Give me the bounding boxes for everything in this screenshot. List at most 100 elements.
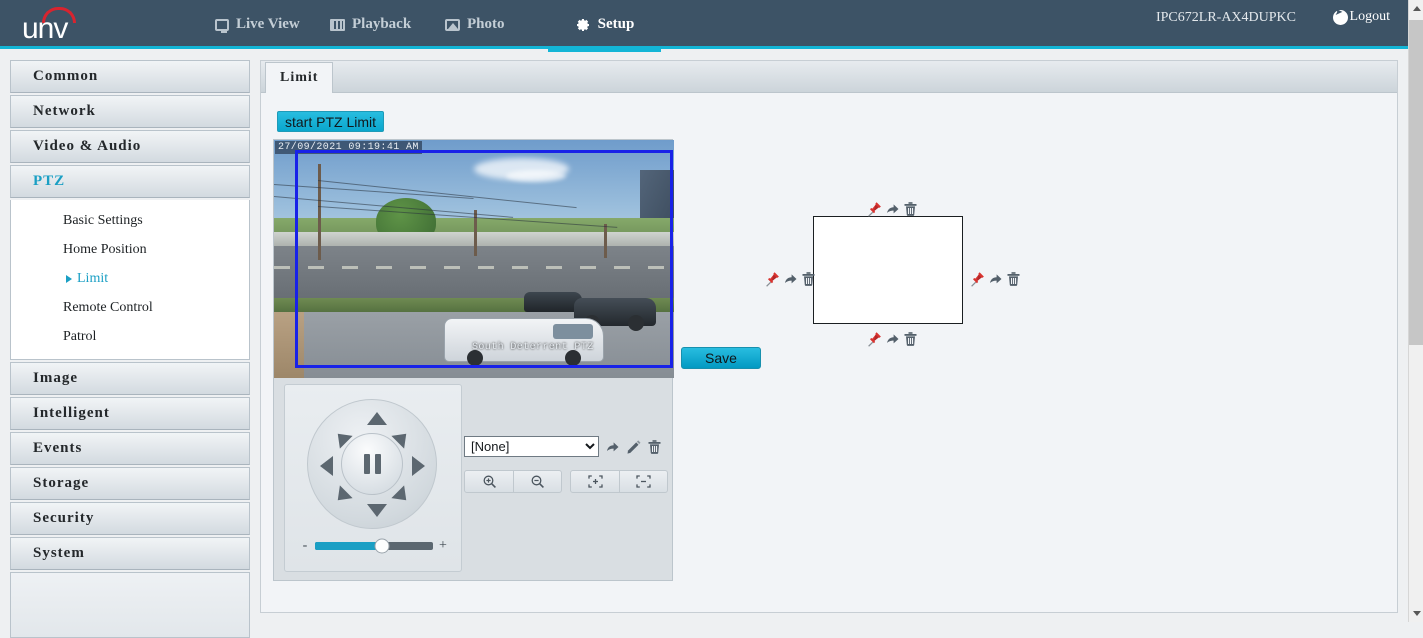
speed-decrease-label[interactable]: - [301,538,309,554]
speed-increase-label[interactable]: + [439,538,447,554]
sidebar-item-image[interactable]: Image [10,362,250,395]
preset-select[interactable]: [None] [464,436,599,457]
scroll-up-button[interactable] [1409,0,1423,17]
sidebar-item-events[interactable]: Events [10,432,250,465]
nav-tab-photo-label: Photo [467,16,505,32]
photo-icon [445,18,460,31]
gear-icon [575,17,591,33]
delete-limit-icon[interactable] [903,201,918,217]
focus-near-button[interactable] [571,471,619,492]
goto-limit-icon[interactable] [885,201,900,217]
limit-controls-right [970,271,1021,287]
focus-button-group [570,470,668,493]
delete-limit-icon[interactable] [1006,271,1021,287]
goto-limit-icon[interactable] [783,271,798,287]
scrollbar-thumb[interactable] [1409,20,1423,345]
limit-controls-bottom [867,331,918,347]
sidebar-filler [10,572,250,638]
ptz-speed-knob[interactable] [374,538,390,554]
sidebar-subitem-limit[interactable]: Limit [11,264,249,293]
ptz-limit-overlay-box [295,150,673,368]
video-panel: 27/09/2021 09:19:41 AM South Deterrent P… [273,139,674,581]
sidebar-subitem-basic-settings[interactable]: Basic Settings [11,206,249,235]
ptz-speed-fill [315,542,383,550]
nav-tab-playback[interactable]: Playback [320,0,421,49]
ptz-up-button[interactable] [367,412,387,425]
logo-text: unv [22,12,68,45]
nav-tab-playback-label: Playback [352,16,412,32]
ptz-speed-slider[interactable] [315,538,433,554]
page-scrollbar[interactable] [1408,0,1423,622]
sidebar-subitem-patrol[interactable]: Patrol [11,322,249,351]
monitor-icon [215,18,229,33]
nav-tab-live-view-label: Live View [236,16,300,32]
zoom-button-group [464,470,562,493]
video-preview[interactable]: 27/09/2021 09:19:41 AM South Deterrent P… [274,140,674,378]
limit-area-rectangle [813,216,963,324]
logout-icon [1332,7,1348,25]
ptz-stop-button[interactable] [341,433,403,495]
delete-limit-icon[interactable] [801,271,816,287]
nav-active-bar [548,49,661,52]
nav-tab-setup[interactable]: Setup [548,0,661,52]
set-limit-icon[interactable] [765,271,780,287]
tab-strip: Limit [261,61,1397,93]
sidebar-subitem-home-position[interactable]: Home Position [11,235,249,264]
tab-limit[interactable]: Limit [265,62,334,93]
set-limit-icon[interactable] [970,271,985,287]
sidebar-subitem-home-position-label: Home Position [63,241,147,257]
set-limit-icon[interactable] [867,201,882,217]
ptz-down-button[interactable] [367,504,387,517]
logout-button[interactable]: Logout [1332,7,1390,25]
scroll-down-button[interactable] [1409,605,1423,622]
goto-preset-icon[interactable] [605,439,620,455]
sidebar-ptz-submenu: Basic Settings Home Position Limit Remot… [10,200,250,360]
ptz-speed-slider-row: - + [301,537,447,555]
lens-control-row [464,470,668,493]
app-header: unv Live View Playback Photo Setup IPC67… [0,0,1408,52]
nav-tab-photo[interactable]: Photo [435,0,515,49]
set-limit-icon[interactable] [867,331,882,347]
ptz-right-button[interactable] [412,456,425,476]
ptz-limit-diagram [689,139,1049,359]
delete-limit-icon[interactable] [903,331,918,347]
ptz-left-button[interactable] [320,456,333,476]
active-marker-icon [66,274,72,283]
sidebar-subitem-remote-control-label: Remote Control [63,299,153,315]
sidebar: Common Network Video & Audio PTZ Basic S… [10,60,250,638]
start-ptz-limit-button[interactable]: start PTZ Limit [277,111,385,132]
goto-limit-icon[interactable] [988,271,1003,287]
sidebar-item-system[interactable]: System [10,537,250,570]
sidebar-subitem-patrol-label: Patrol [63,328,97,344]
edit-preset-icon[interactable] [626,439,641,455]
zoom-out-button[interactable] [513,471,561,492]
pause-icon [363,454,381,474]
goto-limit-icon[interactable] [885,331,900,347]
delete-preset-icon[interactable] [647,439,662,455]
sidebar-item-common[interactable]: Common [10,60,250,93]
film-icon [330,18,345,31]
sidebar-item-intelligent[interactable]: Intelligent [10,397,250,430]
preset-row: [None] [464,436,662,457]
nav-tab-live-view[interactable]: Live View [205,0,310,49]
ptz-down-right-button[interactable] [391,485,413,507]
sidebar-subitem-remote-control[interactable]: Remote Control [11,293,249,322]
sidebar-item-network[interactable]: Network [10,95,250,128]
zoom-in-button[interactable] [465,471,513,492]
ptz-down-left-button[interactable] [331,485,353,507]
ptz-direction-ring [307,399,437,529]
save-button[interactable]: Save [681,347,761,369]
sidebar-item-ptz[interactable]: PTZ [10,165,250,198]
sidebar-subitem-basic-settings-label: Basic Settings [63,212,143,228]
chevron-down-icon [1412,611,1421,616]
chevron-up-icon [1412,6,1421,11]
ptz-control-pad: - + [284,384,462,572]
unv-logo: unv [22,7,94,45]
content-panel: Limit start PTZ Limit 27/09/2021 09:19:4… [260,60,1398,613]
sidebar-item-storage[interactable]: Storage [10,467,250,500]
sidebar-item-security[interactable]: Security [10,502,250,535]
limit-controls-left [765,271,816,287]
device-name: IPC672LR-AX4DUPKC [1155,10,1296,25]
focus-far-button[interactable] [619,471,667,492]
sidebar-item-video-audio[interactable]: Video & Audio [10,130,250,163]
